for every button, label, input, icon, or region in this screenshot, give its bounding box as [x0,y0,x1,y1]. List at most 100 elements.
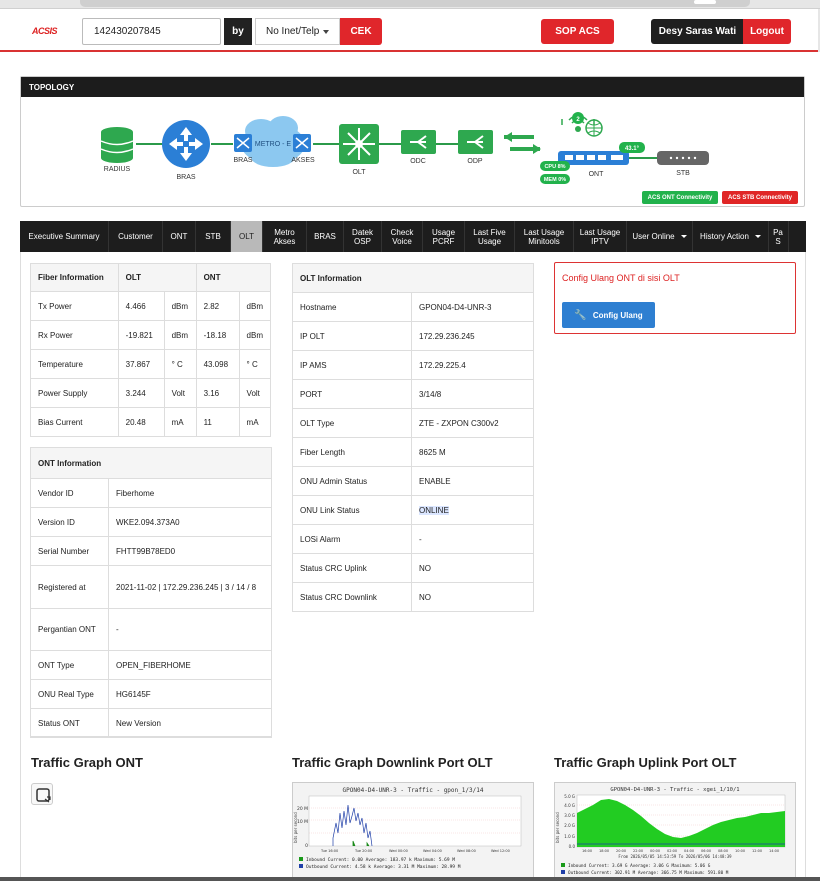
bras-metro-label: BRAS [233,157,252,164]
row-label: IP AMS [292,350,412,380]
uplink-xtick: 00:00 [650,849,660,853]
acs-stb-connectivity-badge[interactable]: ACS STB Connectivity [722,191,798,204]
ont-temp-text: 43.1° [625,146,640,152]
tab-stb[interactable]: STB [196,221,231,252]
browser-scrollbar[interactable] [0,0,820,9]
row-value: 172.29.236.245 [411,321,534,351]
image-placeholder-icon[interactable] [31,783,53,805]
table-row: PORT 3/14/8 [292,379,534,409]
row-label: Status CRC Downlink [292,582,412,612]
row-value: 172.29.225.4 [411,350,534,380]
row-label: PORT [292,379,412,409]
tab-check-voice[interactable]: Check Voice [382,221,423,252]
uplink-date-range: From 2026/05/05 14:53:59 To 2026/05/06 1… [618,854,732,859]
user-name[interactable]: Desy Saras Wati [651,19,744,44]
ont-column-header: ONT [195,263,272,292]
inbound-legend-swatch [299,857,303,861]
search-input[interactable] [82,18,221,45]
row-label: ONU Link Status [292,495,412,525]
olt-icon [339,124,379,164]
row-value: HG6145F [108,679,272,709]
outbound-legend-swatch [299,864,303,868]
globe-icon [585,119,603,137]
fiber-info-header: Fiber Information [30,263,119,292]
tab-history-action[interactable]: History Action [693,221,769,252]
uplink-outbound-legend: Outbound Current: 302.91 M Average: 366.… [568,870,729,876]
row-label: OLT Type [292,408,412,438]
uplink-xtick: 10:00 [735,849,745,853]
search-type-value: No Inet/Telp [266,26,320,37]
tab-bras[interactable]: BRAS [307,221,344,252]
odc-label: ODC [410,158,426,165]
ont-value: -18.18 [195,320,240,350]
outbound-legend-swatch [561,870,565,874]
main-tabs: Executive Summary Customer ONT STB OLT M… [20,221,806,252]
tab-metro-akses[interactable]: Metro Akses [263,221,307,252]
tab-usage-pcrf[interactable]: Usage PCRF [423,221,465,252]
downlink-ytick: 20 M [297,806,308,812]
tab-user-online[interactable]: User Online [627,221,693,252]
tab-overflow[interactable]: Pa S [769,221,789,252]
row-label: Status CRC Uplink [292,553,412,583]
table-row: IP AMS 172.29.225.4 [292,350,534,380]
uplink-xtick: 04:00 [684,849,694,853]
downlink-xtick: Wed 00:00 [389,849,408,853]
olt-unit: Volt [163,378,197,408]
uplink-xtick: 16:00 [582,849,592,853]
uplink-inbound-legend: Inbound Current: 3.69 G Average: 3.06 G … [568,863,711,869]
downlink-graph-title: GPON04-D4-UNR-3 - Traffic - gpon_1/3/14 [343,787,484,794]
row-value: ENABLE [411,466,534,496]
table-row: Bias Current 20.48 mA 11 mA [30,407,272,437]
config-ulang-button[interactable]: 🔧 Config Ulang [562,302,655,328]
row-label: Version ID [30,507,109,537]
odc-icon [401,130,436,154]
tab-customer[interactable]: Customer [109,221,163,252]
tab-datek-osp[interactable]: Datek OSP [344,221,382,252]
row-label: Power Supply [30,378,119,408]
ont-value: 11 [195,407,240,437]
cek-button[interactable]: CEK [340,18,382,45]
tab-executive-summary[interactable]: Executive Summary [20,221,109,252]
search-type-select[interactable]: No Inet/Telp [255,18,340,45]
table-row: Rx Power -19.821 dBm -18.18 dBm [30,320,272,350]
olt-info-title: OLT Information [292,263,534,293]
row-label: ONU Admin Status [292,466,412,496]
cpu-text: CPU 8% [544,164,565,170]
row-value: ZTE - ZXPON C300v2 [411,408,534,438]
config-ulang-title: Config Ulang ONT di sisi OLT [562,273,680,283]
scrollbar-handle[interactable] [694,0,716,4]
config-ulang-panel: Config Ulang ONT di sisi OLT 🔧 Config Ul… [554,262,796,334]
app-logo[interactable]: ACSIS [32,26,58,36]
by-label: by [224,18,252,45]
uplink-ytick: 0.0 [569,844,576,849]
row-value: New Version [108,708,272,738]
uplink-ytick: 3.0 G [564,813,575,818]
table-row: Status CRC Uplink NO [292,553,534,583]
double-arrow-icon [504,132,541,154]
scrollbar-thumb[interactable] [80,0,750,7]
row-label: Registered at [30,565,109,609]
row-label: Temperature [30,349,119,379]
table-row: OLT Type ZTE - ZXPON C300v2 [292,408,534,438]
olt-unit: dBm [163,320,197,350]
bottom-scrollbar[interactable] [0,877,820,881]
tab-olt[interactable]: OLT [231,221,263,252]
tab-last-usage-minitools[interactable]: Last Usage Minitools [515,221,574,252]
sop-acs-button[interactable]: SOP ACS [541,19,614,44]
table-row: Power Supply 3.244 Volt 3.16 Volt [30,378,272,408]
tab-ont[interactable]: ONT [163,221,196,252]
logout-button[interactable]: Logout [743,19,791,44]
topology-title: TOPOLOGY [21,77,804,97]
fiber-info-table: Fiber Information OLT ONT Tx Power 4.466… [30,263,272,437]
ont-label: ONT [589,171,605,178]
tab-last-five-usage[interactable]: Last Five Usage [465,221,515,252]
table-row: Hostname GPON04-D4-UNR-3 [292,292,534,322]
acs-ont-connectivity-badge[interactable]: ACS ONT Connectivity [642,191,718,204]
uplink-graph-title: GPON04-D4-UNR-3 - Traffic - xgei_1/10/1 [610,787,739,793]
uplink-ytick: 5.0 G [564,794,575,799]
radius-icon [100,127,134,163]
uplink-xtick: 22:00 [633,849,643,853]
uplink-xtick: 02:00 [667,849,677,853]
traffic-graph-uplink-title: Traffic Graph Uplink Port OLT [554,755,737,770]
tab-last-usage-iptv[interactable]: Last Usage IPTV [574,221,627,252]
